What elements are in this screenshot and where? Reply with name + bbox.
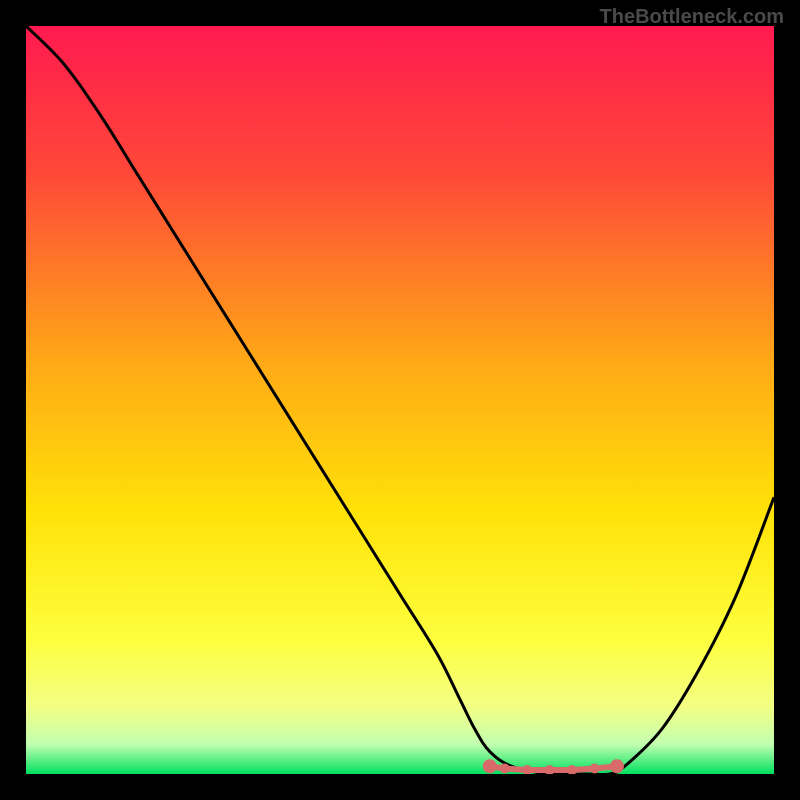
- gradient-background: [26, 26, 774, 774]
- bottleneck-chart: [26, 26, 774, 774]
- chart-svg: [26, 26, 774, 774]
- watermark-text: TheBottleneck.com: [600, 6, 784, 29]
